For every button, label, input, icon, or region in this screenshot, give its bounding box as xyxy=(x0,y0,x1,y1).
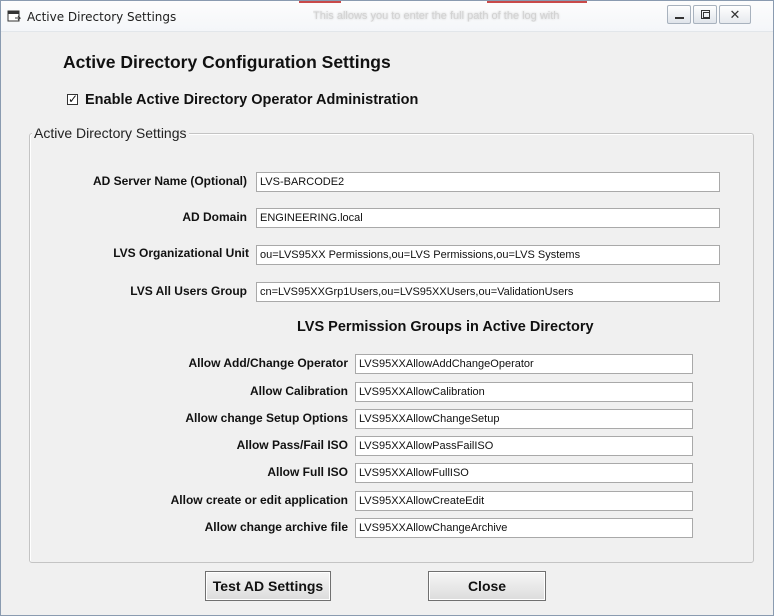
app-window-icon xyxy=(7,10,21,22)
ad-domain-field[interactable]: ENGINEERING.local xyxy=(256,208,720,228)
allow-create-edit-label: Allow create or edit application xyxy=(170,493,348,507)
allow-calibration-label: Allow Calibration xyxy=(249,384,348,398)
maximize-icon xyxy=(701,10,710,19)
allow-calibration-field[interactable]: LVS95XXAllowCalibration xyxy=(355,382,693,402)
maximize-button[interactable] xyxy=(693,5,717,24)
permission-groups-heading: LVS Permission Groups in Active Director… xyxy=(297,319,594,335)
enable-ad-admin-label[interactable]: Enable Active Directory Operator Adminis… xyxy=(85,92,418,108)
titlebar-accent-line xyxy=(299,1,341,3)
allow-create-edit-field[interactable]: LVS95XXAllowCreateEdit xyxy=(355,491,693,511)
ad-server-name-label: AD Server Name (Optional) xyxy=(92,174,247,188)
allow-add-change-operator-label: Allow Add/Change Operator xyxy=(188,356,348,370)
lvs-org-unit-field[interactable]: ou=LVS95XX Permissions,ou=LVS Permission… xyxy=(256,245,720,265)
ad-server-name-field[interactable]: LVS-BARCODE2 xyxy=(256,172,720,192)
active-directory-settings-window: Active Directory Settings This allows yo… xyxy=(0,0,774,616)
close-icon: ✕ xyxy=(729,7,741,22)
close-button[interactable]: Close xyxy=(428,571,546,601)
allow-full-iso-label: Allow Full ISO xyxy=(267,465,348,479)
background-hint-text: This allows you to enter the full path o… xyxy=(313,10,560,22)
allow-pass-fail-iso-field[interactable]: LVS95XXAllowPassFailISO xyxy=(355,436,693,456)
page-title: Active Directory Configuration Settings xyxy=(63,52,391,72)
allow-change-archive-field[interactable]: LVS95XXAllowChangeArchive xyxy=(355,518,693,538)
window-title: Active Directory Settings xyxy=(27,10,177,24)
allow-add-change-operator-field[interactable]: LVS95XXAllowAddChangeOperator xyxy=(355,354,693,374)
minimize-icon xyxy=(675,17,684,19)
allow-change-setup-label: Allow change Setup Options xyxy=(185,411,348,425)
lvs-all-users-group-label: LVS All Users Group xyxy=(130,284,247,298)
checkmark-icon: ✓ xyxy=(68,92,79,106)
enable-ad-admin-checkbox[interactable]: ✓ xyxy=(67,92,79,106)
close-window-button[interactable]: ✕ xyxy=(719,5,751,24)
allow-full-iso-field[interactable]: LVS95XXAllowFullISO xyxy=(355,463,693,483)
test-ad-settings-button[interactable]: Test AD Settings xyxy=(205,571,331,601)
title-bar[interactable]: Active Directory Settings This allows yo… xyxy=(1,1,773,32)
allow-pass-fail-iso-label: Allow Pass/Fail ISO xyxy=(236,438,348,452)
ad-domain-label: AD Domain xyxy=(182,210,247,224)
titlebar-accent-line xyxy=(487,1,587,3)
ad-settings-group-label: Active Directory Settings xyxy=(32,125,189,141)
window-controls: ✕ xyxy=(667,5,753,25)
lvs-org-unit-label: LVS Organizational Unit xyxy=(113,246,249,260)
allow-change-setup-field[interactable]: LVS95XXAllowChangeSetup xyxy=(355,409,693,429)
lvs-all-users-group-field[interactable]: cn=LVS95XXGrp1Users,ou=LVS95XXUsers,ou=V… xyxy=(256,282,720,302)
allow-change-archive-label: Allow change archive file xyxy=(204,520,348,534)
minimize-button[interactable] xyxy=(667,5,691,24)
